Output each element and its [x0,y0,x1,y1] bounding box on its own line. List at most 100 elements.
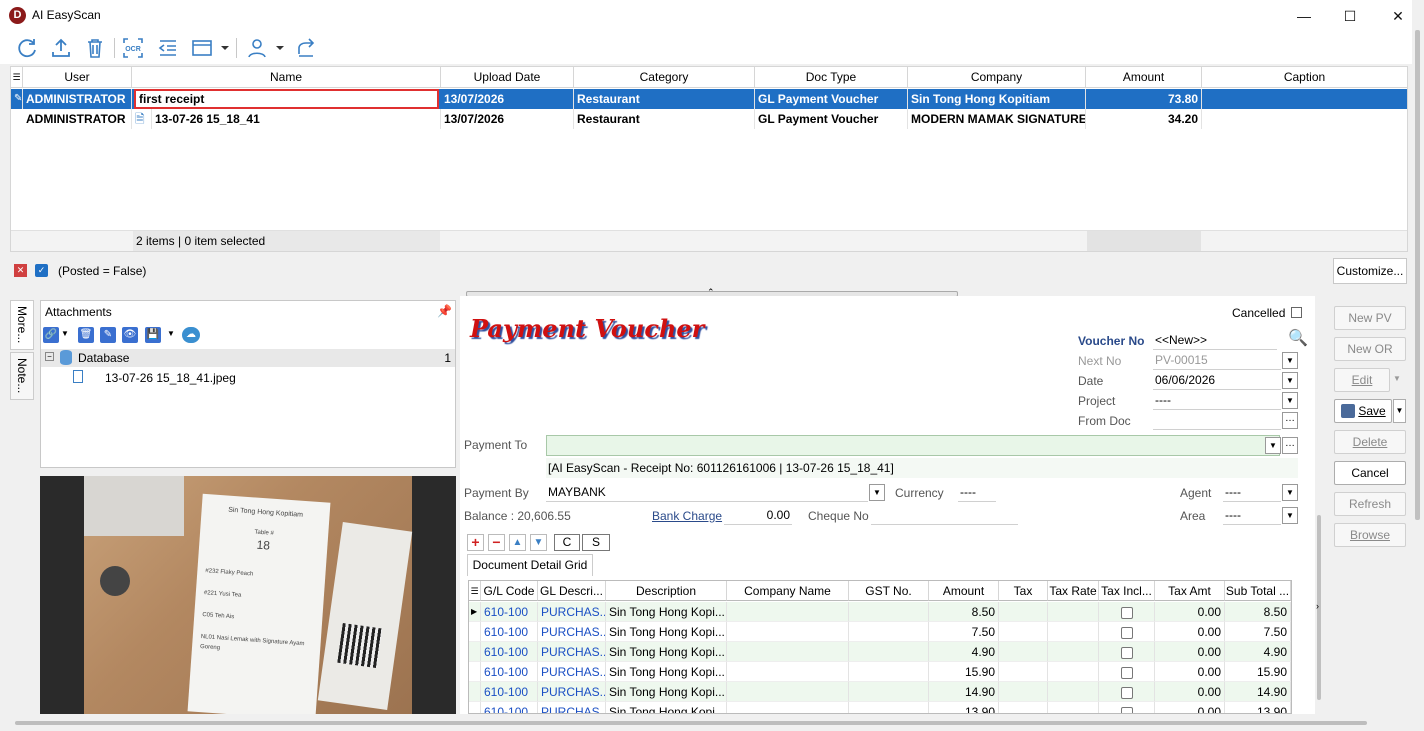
date-dropdown-icon[interactable]: ▼ [1282,372,1298,389]
column-header-user[interactable]: User [23,67,132,88]
filter-enabled-checkbox[interactable]: ✓ [35,264,48,277]
bank-charge-field[interactable]: 0.00 [724,506,792,525]
clear-filter-icon[interactable]: ✕ [14,264,27,277]
view-attachment-icon[interactable]: 👁 [122,327,138,343]
layout-dropdown-icon[interactable] [218,36,232,60]
save-attachment-icon[interactable]: 💾 [145,327,161,343]
detail-cell-gst[interactable] [849,662,929,682]
voucher-no-field[interactable]: <<New>> [1153,331,1277,350]
column-header-amount[interactable]: Amount [1086,67,1202,88]
s-button[interactable]: S [582,534,610,551]
detail-cell-amount[interactable]: 15.90 [929,662,999,682]
detail-cell-taxrate[interactable] [1048,642,1099,662]
edit-dropdown-icon[interactable]: ▼ [1393,374,1401,383]
detail-cell-desc[interactable]: Sin Tong Hong Kopi... [606,642,727,662]
ocr-icon[interactable]: OCR [121,36,145,60]
cell-upload-date[interactable]: 13/07/2026 [441,109,574,129]
detail-row[interactable]: 610-100 PURCHAS... Sin Tong Hong Kopi... 4.… [469,642,1291,662]
horizontal-scrollbar-thumb[interactable] [15,721,1367,725]
detail-cell-company[interactable] [727,622,849,642]
add-row-icon[interactable]: + [467,534,484,551]
detail-cell-gst[interactable] [849,702,929,713]
detail-header-gst-no[interactable]: GST No. [849,581,929,601]
detail-cell-taxrate[interactable] [1048,662,1099,682]
detail-cell-subtotal[interactable]: 15.90 [1225,662,1291,682]
detail-cell-desc[interactable]: Sin Tong Hong Kopi... [606,602,727,622]
delete-attachment-icon[interactable]: 🗑 [78,327,94,343]
payment-to-field[interactable] [546,435,1280,456]
detail-cell-subtotal[interactable]: 4.90 [1225,642,1291,662]
detail-header-description[interactable]: Description [606,581,727,601]
tab-more[interactable]: More... [10,300,34,350]
column-header-category[interactable]: Category [574,67,755,88]
minimize-button[interactable]: — [1281,0,1327,32]
detail-cell-taxamt[interactable]: 0.00 [1155,662,1225,682]
cell-company[interactable]: MODERN MAMAK SIGNATURE [908,109,1086,129]
name-edit-input[interactable]: first receipt [134,89,439,109]
detail-header-amount[interactable]: Amount [929,581,999,601]
payment-by-field[interactable]: MAYBANK [546,483,868,502]
edit-attachment-icon[interactable]: ✎ [100,327,116,343]
remove-row-icon[interactable]: − [488,534,505,551]
share-icon[interactable] [295,36,319,60]
detail-header-gl-description[interactable]: GL Descri... [538,581,606,601]
cell-doc-type[interactable]: GL Payment Voucher [755,89,908,109]
detail-cell-taxamt[interactable]: 0.00 [1155,622,1225,642]
tax-inclusive-checkbox[interactable] [1099,702,1155,713]
detail-cell-gl[interactable]: 610-100 [481,682,538,702]
area-field[interactable]: ---- [1223,506,1281,525]
column-header-company[interactable]: Company [908,67,1086,88]
detail-header-gl-code[interactable]: G/L Code [481,581,538,601]
detail-cell-amount[interactable]: 4.90 [929,642,999,662]
cell-doc-type[interactable]: GL Payment Voucher [755,109,908,129]
customize-button[interactable]: Customize... [1333,258,1407,284]
detail-cell-company[interactable] [727,682,849,702]
next-no-dropdown-icon[interactable]: ▼ [1282,352,1298,369]
detail-scrollbar[interactable]: › [1316,515,1323,700]
detail-cell-taxamt[interactable]: 0.00 [1155,602,1225,622]
cell-caption[interactable] [1202,89,1407,109]
save-dropdown-icon[interactable]: ▼ [167,329,175,338]
detail-cell-tax[interactable] [999,602,1048,622]
detail-row[interactable]: 610-100 PURCHAS... Sin Tong Hong Kopi... 7.… [469,622,1291,642]
detail-cell-taxrate[interactable] [1048,622,1099,642]
checkbox-box[interactable] [1120,666,1133,679]
detail-cell-taxrate[interactable] [1048,702,1099,713]
agent-dropdown-icon[interactable]: ▼ [1282,484,1298,501]
new-pv-button[interactable]: New PV [1334,306,1406,330]
detail-cell-company[interactable] [727,642,849,662]
detail-cell-taxamt[interactable]: 0.00 [1155,702,1225,713]
detail-cell-desc[interactable]: Sin Tong Hong Kopi... [606,662,727,682]
column-header-upload-date[interactable]: Upload Date [441,67,574,88]
cell-category[interactable]: Restaurant [574,109,755,129]
save-dropdown-icon[interactable]: ▼ [1393,399,1406,423]
project-field[interactable]: ---- [1153,391,1281,410]
detail-cell-desc[interactable]: Sin Tong Hong Kopi... [606,702,727,713]
link-icon[interactable]: 🔗 [43,327,59,343]
detail-header-tax-amt[interactable]: Tax Amt [1155,581,1225,601]
column-header-doc-type[interactable]: Doc Type [755,67,908,88]
detail-cell-subtotal[interactable]: 7.50 [1225,622,1291,642]
link-dropdown-icon[interactable]: ▼ [61,329,69,338]
checkbox-box[interactable] [1120,646,1133,659]
tree-root-row[interactable]: − Database 1 [41,349,455,367]
user-icon[interactable] [245,36,269,60]
collapse-tree-icon[interactable]: − [45,352,54,361]
detail-cell-gl[interactable]: 610-100 [481,702,538,713]
project-dropdown-icon[interactable]: ▼ [1282,392,1298,409]
c-button[interactable]: C [554,534,580,551]
refresh-button[interactable]: Refresh [1334,492,1406,516]
save-button[interactable]: Save [1334,399,1392,423]
detail-cell-amount[interactable]: 13.90 [929,702,999,713]
user-dropdown-icon[interactable] [273,36,287,60]
window-scrollbar[interactable] [1415,30,1420,520]
cell-amount[interactable]: 34.20 [1086,109,1202,129]
currency-field[interactable]: ---- [958,483,996,502]
cell-category[interactable]: Restaurant [574,89,755,109]
detail-cell-gldesc[interactable]: PURCHAS... [538,662,606,682]
move-up-icon[interactable]: ▲ [509,534,526,551]
column-header-name[interactable]: Name [132,67,441,88]
detail-cell-gst[interactable] [849,622,929,642]
maximize-button[interactable]: ☐ [1327,0,1373,32]
cell-amount[interactable]: 73.80 [1086,89,1202,109]
